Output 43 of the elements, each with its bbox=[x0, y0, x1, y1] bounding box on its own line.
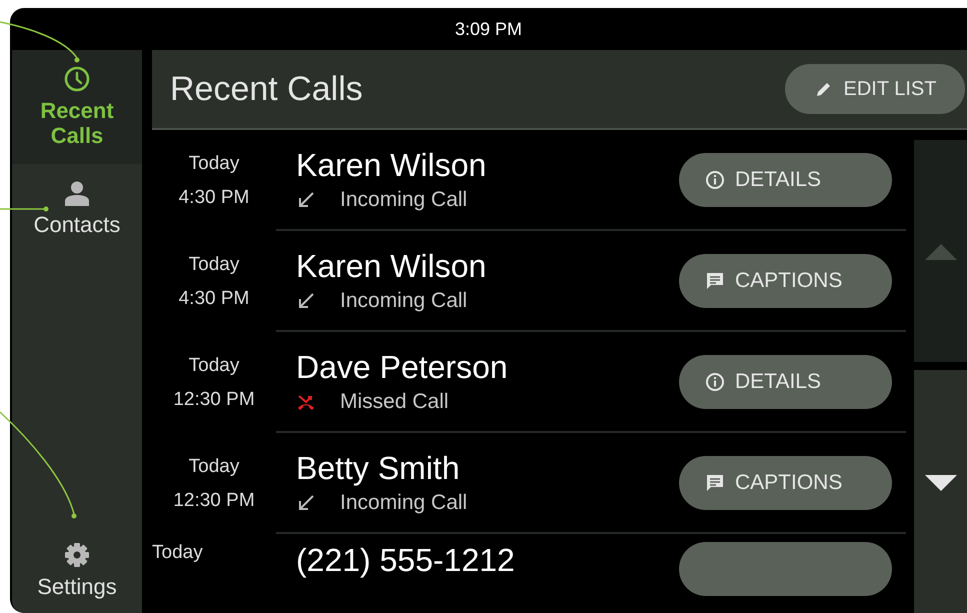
scroll-down-button[interactable] bbox=[914, 370, 967, 613]
sidebar-label: Settings bbox=[36, 574, 118, 599]
caller-name: Karen Wilson bbox=[296, 248, 486, 285]
clock-icon bbox=[64, 66, 90, 92]
captions-button[interactable]: CAPTIONS bbox=[679, 254, 892, 308]
page-title: Recent Calls bbox=[170, 70, 363, 108]
call-type: Incoming Call bbox=[340, 289, 468, 313]
info-icon bbox=[705, 372, 725, 392]
details-button[interactable]: DETAILS bbox=[679, 152, 892, 206]
sidebar-label: Recent Calls bbox=[39, 98, 115, 148]
scroll-up-button[interactable] bbox=[914, 140, 967, 362]
message-icon bbox=[705, 270, 725, 290]
person-icon bbox=[64, 180, 90, 206]
edit-list-button[interactable]: EDIT LIST bbox=[785, 64, 965, 114]
call-day: Today bbox=[152, 542, 203, 564]
info-icon bbox=[705, 170, 725, 190]
details-button[interactable]: DETAILS bbox=[679, 354, 892, 408]
captions-button[interactable]: CAPTIONS bbox=[679, 456, 892, 510]
call-day: Today bbox=[188, 254, 240, 276]
sidebar-item[interactable]: Contacts bbox=[12, 164, 142, 249]
details-button[interactable] bbox=[679, 542, 892, 596]
message-icon bbox=[705, 472, 725, 492]
call-time: 12:30 PM bbox=[173, 388, 255, 410]
caller-name: Karen Wilson bbox=[296, 147, 486, 184]
call-type: Missed Call bbox=[340, 390, 449, 414]
leader-line bbox=[0, 206, 48, 212]
call-day: Today bbox=[188, 152, 240, 174]
call-time: 12:30 PM bbox=[173, 490, 255, 512]
down-triangle-icon bbox=[924, 475, 956, 493]
call-time: 4:30 PM bbox=[178, 186, 250, 208]
caller-name: Betty Smith bbox=[296, 450, 461, 487]
sidebar-item[interactable]: Recent Calls bbox=[12, 50, 142, 164]
call-day: Today bbox=[188, 456, 240, 478]
call-day: Today bbox=[188, 354, 240, 376]
up-triangle-icon bbox=[924, 242, 956, 260]
sidebar-label: Contacts bbox=[32, 212, 122, 237]
call-time: 4:30 PM bbox=[178, 288, 250, 310]
sidebar-item[interactable]: Settings bbox=[12, 526, 142, 613]
call-type: Incoming Call bbox=[340, 188, 468, 212]
call-type: Incoming Call bbox=[340, 491, 468, 515]
caller-name: Dave Peterson bbox=[296, 349, 508, 386]
status-time: 3:09 PM bbox=[454, 18, 522, 40]
caller-name: (221) 555-1212 bbox=[296, 542, 515, 579]
